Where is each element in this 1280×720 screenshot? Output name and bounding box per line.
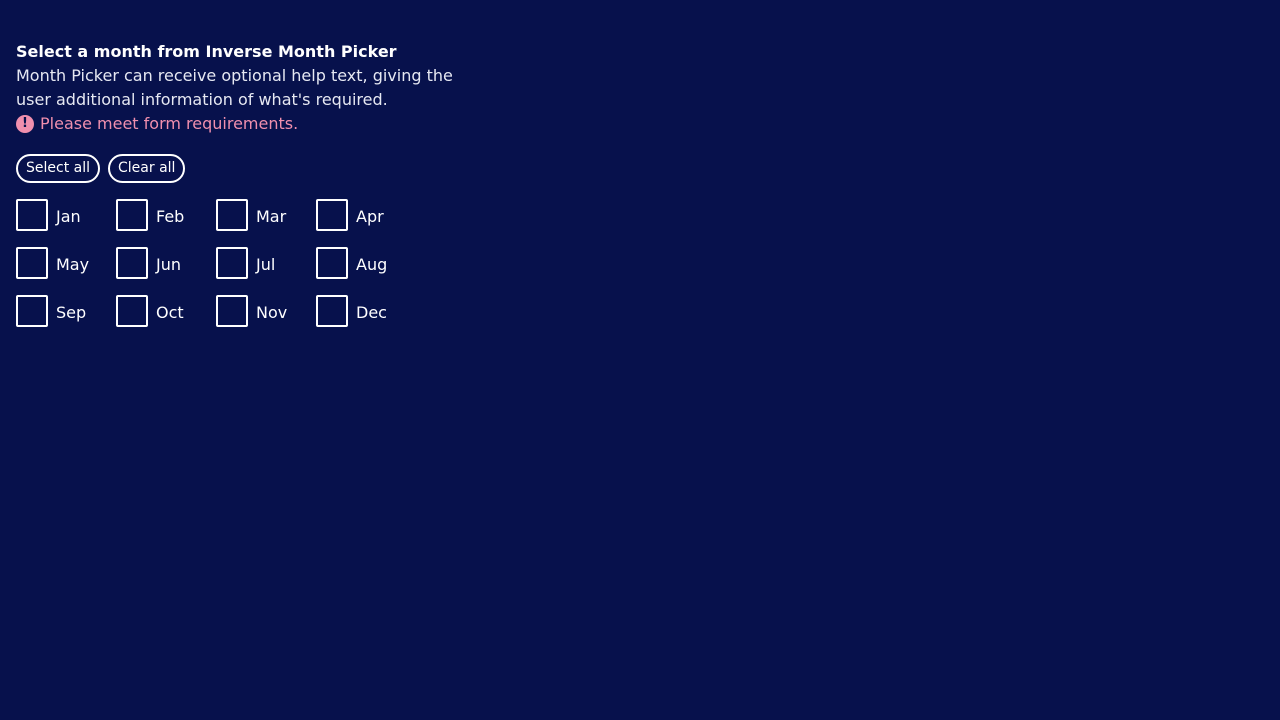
month-label: May [56,255,90,274]
month-checkbox[interactable] [216,199,248,231]
select-all-button[interactable]: Select all [16,154,100,183]
month-label: Mar [256,207,287,226]
month-checkbox[interactable] [216,247,248,279]
month-label: Nov [256,303,288,322]
month-checkbox[interactable] [116,295,148,327]
month-checkbox[interactable] [316,295,348,327]
month-option[interactable]: Apr [316,199,416,231]
month-picker: Select a month from Inverse Month Picker… [16,40,496,327]
month-grid: Jan Feb Mar Apr May Jun Jul Aug Sep Oct … [16,199,496,327]
month-label: Apr [356,207,384,226]
help-text: Month Picker can receive optional help t… [16,66,453,109]
month-checkbox[interactable] [16,295,48,327]
month-option[interactable]: Mar [216,199,316,231]
month-checkbox[interactable] [316,199,348,231]
month-option[interactable]: Jul [216,247,316,279]
month-option[interactable]: Jan [16,199,116,231]
month-option[interactable]: Sep [16,295,116,327]
month-checkbox[interactable] [216,295,248,327]
month-checkbox[interactable] [116,247,148,279]
month-label: Aug [356,255,388,274]
month-option[interactable]: Aug [316,247,416,279]
month-option[interactable]: Dec [316,295,416,327]
month-label: Feb [156,207,185,226]
exclamation-circle-icon: ! [16,115,34,133]
month-checkbox[interactable] [316,247,348,279]
month-checkbox[interactable] [16,247,48,279]
month-option[interactable]: Jun [116,247,216,279]
month-label: Sep [56,303,87,322]
month-option[interactable]: Oct [116,295,216,327]
error-text: Please meet form requirements. [40,114,299,133]
picker-label: Select a month from Inverse Month Picker [16,42,397,61]
month-label: Jul [256,255,276,274]
month-checkbox[interactable] [16,199,48,231]
error-message: ! Please meet form requirements. [16,112,496,136]
month-option[interactable]: Feb [116,199,216,231]
month-label: Oct [156,303,184,322]
month-option[interactable]: Nov [216,295,316,327]
month-option[interactable]: May [16,247,116,279]
month-label: Jan [56,207,81,226]
picker-actions: Select all Clear all [16,154,496,183]
month-label: Jun [156,255,181,274]
month-checkbox[interactable] [116,199,148,231]
clear-all-button[interactable]: Clear all [108,154,186,183]
month-label: Dec [356,303,387,322]
